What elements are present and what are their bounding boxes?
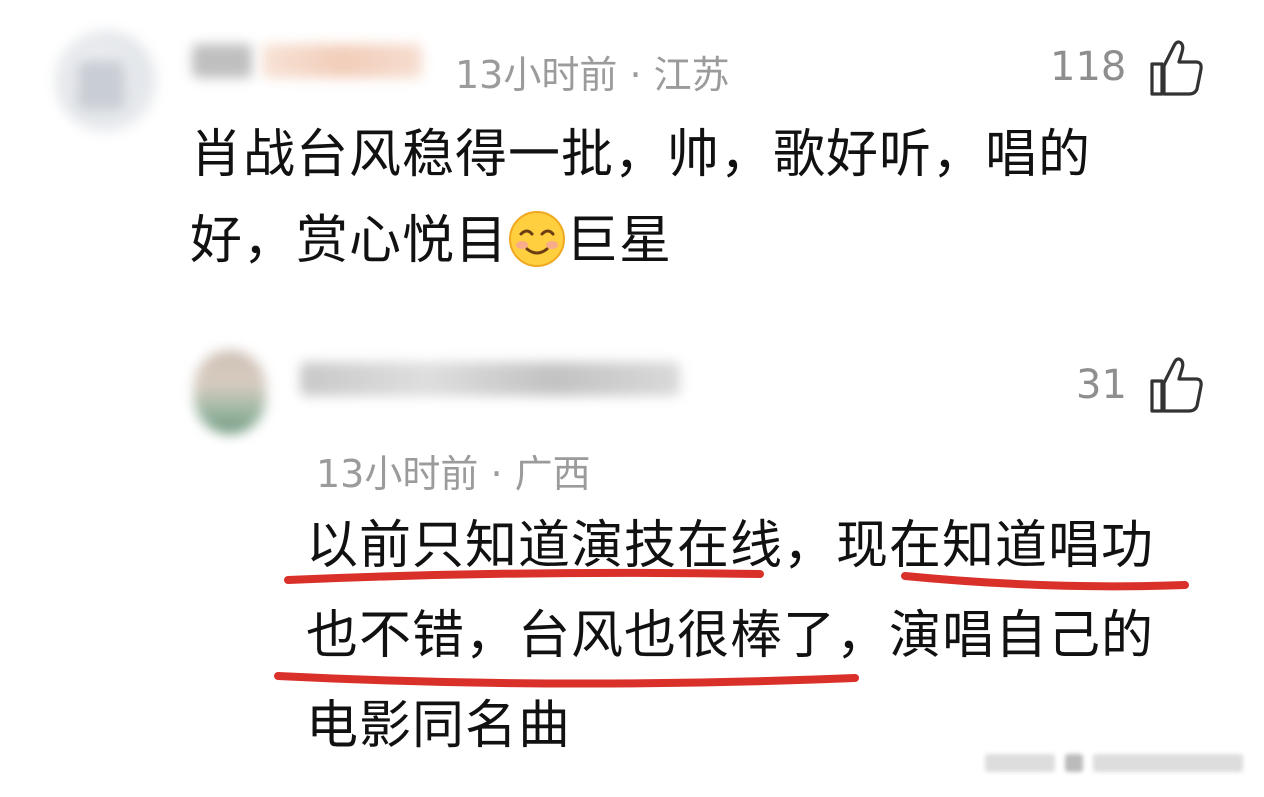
thumbs-up-icon[interactable] bbox=[1148, 355, 1204, 415]
reply-text-line: 也不错，台风也很棒了，演唱自己的 bbox=[306, 606, 1155, 666]
thumbs-up-icon[interactable] bbox=[1148, 38, 1204, 98]
comment-meta: 13小时前 · 江苏 bbox=[455, 44, 730, 99]
comment-text-segment: 巨星 bbox=[566, 211, 673, 271]
reply-name-redacted[interactable] bbox=[300, 362, 680, 396]
meta-separator: · bbox=[617, 53, 654, 97]
comment-location: 江苏 bbox=[653, 53, 730, 97]
comment-text-segment: 好，赏心悦目 bbox=[190, 211, 509, 271]
reply-avatar[interactable] bbox=[194, 350, 266, 434]
watermark-redacted bbox=[985, 742, 1255, 782]
comment-text-line: 肖战台风稳得一批，帅，歌好听，唱的 bbox=[190, 125, 1092, 185]
meta-separator: · bbox=[478, 452, 515, 496]
reply-location: 广西 bbox=[514, 452, 591, 496]
reply-meta: 13小时前 · 广西 bbox=[316, 443, 591, 498]
comment-time: 13小时前 bbox=[455, 53, 618, 97]
reply-time: 13小时前 bbox=[316, 452, 479, 496]
commenter-avatar[interactable] bbox=[55, 30, 157, 132]
reply-text-line: 以前只知道演技在线，现在知道唱功 bbox=[306, 516, 1155, 576]
reply-like-count: 31 bbox=[1076, 362, 1127, 408]
smiling-face-icon bbox=[509, 211, 566, 267]
commenter-name-redacted[interactable] bbox=[192, 44, 252, 78]
comment-like-count: 118 bbox=[1050, 44, 1127, 90]
reply-text-line: 电影同名曲 bbox=[306, 696, 572, 756]
commenter-badge-redacted bbox=[262, 44, 422, 78]
comment-text-line: 好，赏心悦目 巨星 bbox=[190, 198, 672, 284]
